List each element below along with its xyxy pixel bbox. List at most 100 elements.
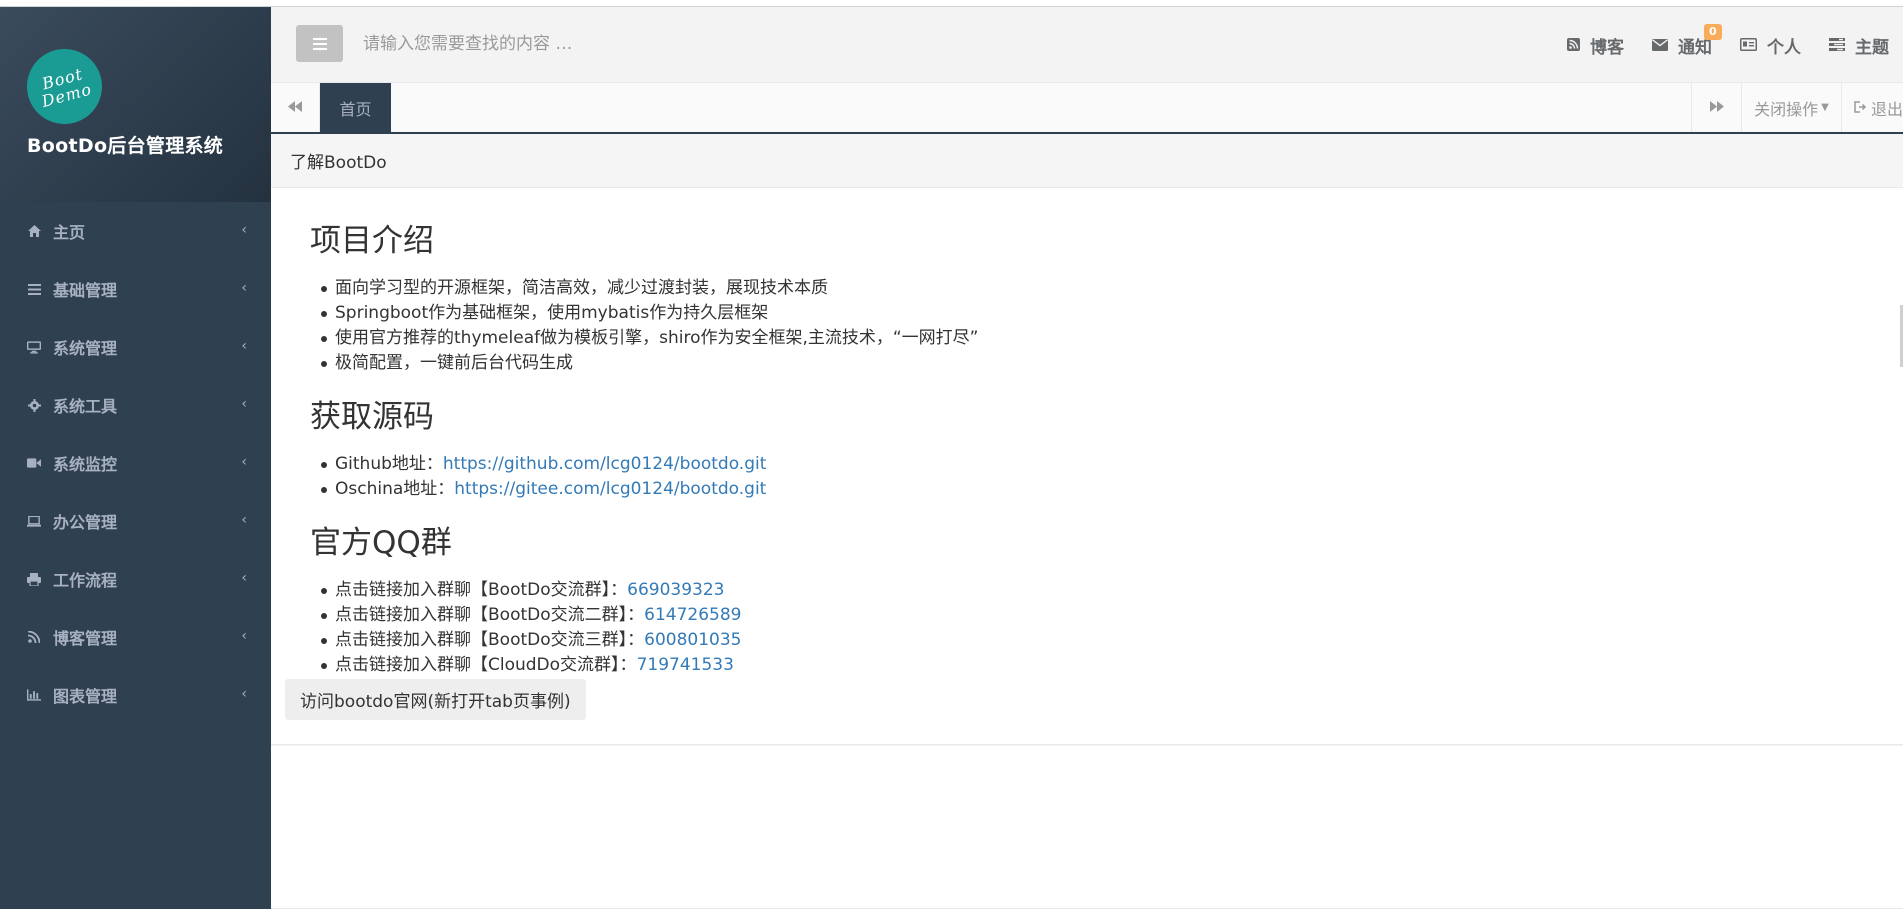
home-icon	[27, 224, 41, 238]
chevron-left-icon: ‹	[241, 686, 247, 702]
hamburger-icon	[312, 37, 327, 50]
visit-official-site-button[interactable]: 访问bootdo官网(新打开tab页事例)	[285, 679, 586, 720]
rss-square-icon	[1567, 37, 1580, 55]
tabs-right-controls: 关闭操作 ▼ 退出	[1691, 83, 1903, 132]
qq-group-label: 点击链接加入群聊【CloudDo交流群】：	[335, 655, 637, 675]
sidebar-item-label: 主页	[53, 223, 86, 242]
profile-link[interactable]: 个人	[1740, 33, 1801, 58]
github-link[interactable]: https://github.com/lcg0124/bootdo.git	[443, 454, 766, 474]
github-label: Github地址：	[335, 454, 443, 474]
brand-title: BootDo后台管理系统	[27, 135, 224, 157]
gear-icon	[27, 398, 41, 412]
sidebar-item-label: 系统工具	[53, 397, 118, 416]
qq-group-link[interactable]: 614726589	[644, 605, 741, 625]
backward-icon	[288, 100, 302, 116]
empty-content-area	[271, 746, 1903, 909]
sign-out-icon	[1854, 98, 1867, 117]
sidebar-item-system-monitor[interactable]: 系统监控 ‹	[0, 434, 271, 492]
sidebar-item-label: 办公管理	[53, 513, 118, 532]
sidebar-item-office-management[interactable]: 办公管理 ‹	[0, 492, 271, 550]
logo: Boot Demo	[18, 40, 111, 133]
chevron-left-icon: ‹	[241, 512, 247, 528]
top-header: 博客 通知 0 个人 主题	[271, 7, 1903, 83]
chevron-left-icon: ‹	[241, 222, 247, 238]
qq-group-link[interactable]: 669039323	[627, 580, 724, 600]
search-input[interactable]	[351, 27, 1051, 61]
list-item: Oschina地址：https://gitee.com/lcg0124/boot…	[321, 477, 1903, 502]
tab-home[interactable]: 首页	[320, 83, 391, 132]
chevron-left-icon: ‹	[241, 570, 247, 586]
sidebar-item-label: 系统监控	[53, 455, 118, 474]
rss-icon	[27, 630, 41, 644]
theme-link-label: 主题	[1855, 38, 1889, 58]
profile-link-label: 个人	[1767, 38, 1801, 58]
notification-count-badge: 0	[1704, 24, 1722, 40]
sidebar-item-label: 博客管理	[53, 629, 118, 648]
envelope-icon	[1652, 37, 1668, 55]
forward-icon	[1709, 100, 1724, 116]
oschina-label: Oschina地址：	[335, 479, 455, 499]
sidebar-item-label: 图表管理	[53, 687, 118, 706]
list-item: 点击链接加入群聊【BootDo交流二群】：614726589	[321, 603, 1903, 628]
list-item: 面向学习型的开源框架，简洁高效，减少过渡封装，展现技术本质	[321, 276, 1903, 301]
tasks-icon	[1829, 37, 1845, 55]
chevron-left-icon: ‹	[241, 280, 247, 296]
about-panel: 了解BootDo 项目介绍 面向学习型的开源框架，简洁高效，减少过渡封装，展现技…	[271, 134, 1903, 745]
qq-group-link[interactable]: 719741533	[637, 655, 734, 675]
list-icon	[27, 282, 41, 296]
source-list: Github地址：https://github.com/lcg0124/boot…	[310, 452, 1903, 502]
notification-link[interactable]: 通知 0	[1652, 24, 1722, 58]
sidebar-item-label: 系统管理	[53, 339, 118, 358]
main-content: 了解BootDo 项目介绍 面向学习型的开源框架，简洁高效，减少过渡封装，展现技…	[271, 134, 1903, 909]
intro-list: 面向学习型的开源框架，简洁高效，减少过渡封装，展现技术本质 Springboot…	[310, 276, 1903, 376]
sidebar-item-label: 基础管理	[53, 281, 118, 300]
chevron-left-icon: ‹	[241, 454, 247, 470]
close-operations-label: 关闭操作	[1754, 99, 1819, 119]
sidebar-item-chart-management[interactable]: 图表管理 ‹	[0, 666, 271, 724]
print-icon	[27, 572, 41, 586]
panel-heading: 了解BootDo	[271, 134, 1903, 188]
sidebar-item-workflow[interactable]: 工作流程 ‹	[0, 550, 271, 608]
sidebar-header: Boot Demo BootDo后台管理系统	[0, 7, 271, 202]
theme-link[interactable]: 主题	[1829, 33, 1889, 58]
chevron-left-icon: ‹	[241, 628, 247, 644]
chevron-left-icon: ‹	[241, 396, 247, 412]
section-title-qq: 官方QQ群	[310, 525, 452, 561]
sidebar-item-system-management[interactable]: 系统管理 ‹	[0, 318, 271, 376]
caret-down-icon: ▼	[1821, 102, 1829, 113]
close-operations-dropdown[interactable]: 关闭操作 ▼	[1741, 83, 1841, 132]
video-camera-icon	[27, 456, 41, 470]
sidebar-item-blog-management[interactable]: 博客管理 ‹	[0, 608, 271, 666]
oschina-link[interactable]: https://gitee.com/lcg0124/bootdo.git	[454, 479, 766, 499]
list-item: 点击链接加入群聊【BootDo交流群】：669039323	[321, 578, 1903, 603]
section-title-intro: 项目介绍	[310, 223, 434, 259]
top-border	[0, 0, 1903, 7]
list-item: Github地址：https://github.com/lcg0124/boot…	[321, 452, 1903, 477]
qq-group-link[interactable]: 600801035	[644, 630, 741, 650]
list-item: 点击链接加入群聊【CloudDo交流群】：719741533	[321, 653, 1903, 678]
list-item: 使用官方推荐的thymeleaf做为模板引擎，shiro作为安全框架,主流技术，…	[321, 326, 1903, 351]
sidebar-item-basic-management[interactable]: 基础管理 ‹	[0, 260, 271, 318]
list-item: 极简配置，一键前后台代码生成	[321, 351, 1903, 376]
sidebar-item-home[interactable]: 主页 ‹	[0, 202, 271, 260]
panel-body: 项目介绍 面向学习型的开源框架，简洁高效，减少过渡封装，展现技术本质 Sprin…	[271, 188, 1903, 678]
sidebar-item-label: 工作流程	[53, 571, 118, 590]
tabs-scroll-right-button[interactable]	[1691, 83, 1741, 132]
list-item: 点击链接加入群聊【BootDo交流三群】：600801035	[321, 628, 1903, 653]
tabs-bar: 首页 关闭操作 ▼ 退出	[271, 83, 1903, 134]
qq-group-label: 点击链接加入群聊【BootDo交流群】：	[335, 580, 628, 600]
section-title-source: 获取源码	[310, 399, 434, 435]
sidebar-item-system-tools[interactable]: 系统工具 ‹	[0, 376, 271, 434]
logout-button[interactable]: 退出	[1841, 83, 1903, 132]
logout-label: 退出	[1871, 99, 1903, 119]
qq-group-label: 点击链接加入群聊【BootDo交流三群】：	[335, 630, 645, 650]
blog-link[interactable]: 博客	[1567, 33, 1624, 58]
desktop-icon	[27, 340, 41, 354]
qq-group-label: 点击链接加入群聊【BootDo交流二群】：	[335, 605, 645, 625]
tabs-scroll-left-button[interactable]	[271, 83, 320, 132]
blog-link-label: 博客	[1590, 38, 1624, 58]
chevron-left-icon: ‹	[241, 338, 247, 354]
bar-chart-icon	[27, 688, 41, 702]
sidebar-toggle-button[interactable]	[296, 25, 343, 62]
sidebar: Boot Demo BootDo后台管理系统 主页 ‹ 基础管理 ‹ 系统管理 …	[0, 7, 271, 909]
